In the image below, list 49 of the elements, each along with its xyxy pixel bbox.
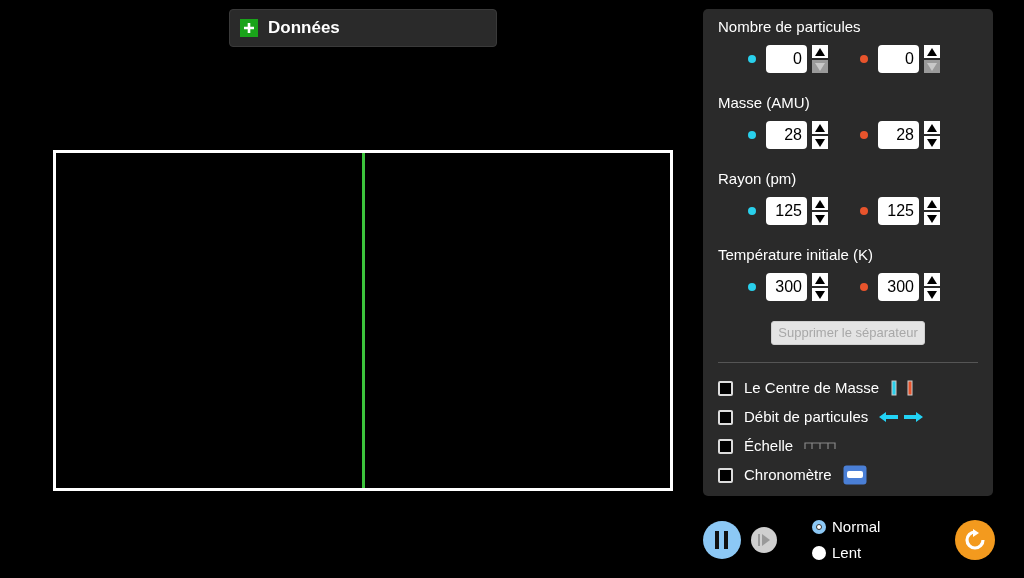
- radio-label: Normal: [832, 517, 881, 537]
- increment-button[interactable]: [924, 45, 940, 58]
- increment-button[interactable]: [924, 197, 940, 210]
- number-field[interactable]: 0: [878, 45, 919, 73]
- panel-title: Données: [268, 17, 340, 40]
- decrement-button[interactable]: [812, 212, 828, 225]
- number-field[interactable]: 125: [766, 197, 807, 225]
- decrement-button[interactable]: [812, 288, 828, 301]
- reset-button[interactable]: [955, 520, 996, 560]
- option-label: Chronomètre: [744, 464, 832, 485]
- expand-icon[interactable]: [240, 19, 258, 37]
- section-label: Rayon (pm): [718, 169, 798, 189]
- number-field[interactable]: 28: [878, 121, 919, 149]
- number-field[interactable]: 125: [878, 197, 919, 225]
- pause-icon: [715, 531, 729, 549]
- increment-button[interactable]: [924, 121, 940, 134]
- arrows-icon: [879, 411, 924, 423]
- number-field[interactable]: 0: [766, 45, 807, 73]
- decrement-button[interactable]: [924, 136, 940, 149]
- decrement-button[interactable]: [812, 136, 828, 149]
- radio-button[interactable]: [812, 545, 826, 560]
- checkbox[interactable]: [718, 380, 733, 396]
- number-field[interactable]: 300: [766, 273, 807, 301]
- section-label: Masse (AMU): [718, 93, 811, 113]
- radio-button[interactable]: [812, 520, 826, 535]
- increment-button[interactable]: [812, 273, 828, 286]
- number-field[interactable]: 28: [766, 121, 807, 149]
- checkbox[interactable]: [718, 438, 733, 454]
- data-panel[interactable]: Données: [229, 9, 497, 47]
- checkbox[interactable]: [718, 467, 733, 483]
- pause-button[interactable]: [703, 521, 741, 559]
- option-label: Le Centre de Masse: [744, 377, 880, 398]
- ruler-icon: [804, 442, 837, 450]
- increment-button[interactable]: [924, 273, 940, 286]
- option-label: Échelle: [744, 435, 794, 456]
- increment-button[interactable]: [812, 197, 828, 210]
- section-label: Nombre de particules: [718, 17, 862, 37]
- decrement-button[interactable]: [924, 212, 940, 225]
- center-of-mass-icon: [890, 380, 915, 396]
- section-label: Température initiale (K): [718, 245, 875, 265]
- radio-label: Lent: [832, 542, 862, 563]
- decrement-button[interactable]: [924, 288, 940, 301]
- checkbox[interactable]: [718, 409, 733, 425]
- number-field[interactable]: 300: [878, 273, 919, 301]
- option-label: Débit de particules: [744, 406, 869, 427]
- increment-button[interactable]: [812, 45, 828, 58]
- stopwatch-icon: [842, 465, 867, 485]
- step-icon: [758, 534, 770, 546]
- increment-button[interactable]: [812, 121, 828, 134]
